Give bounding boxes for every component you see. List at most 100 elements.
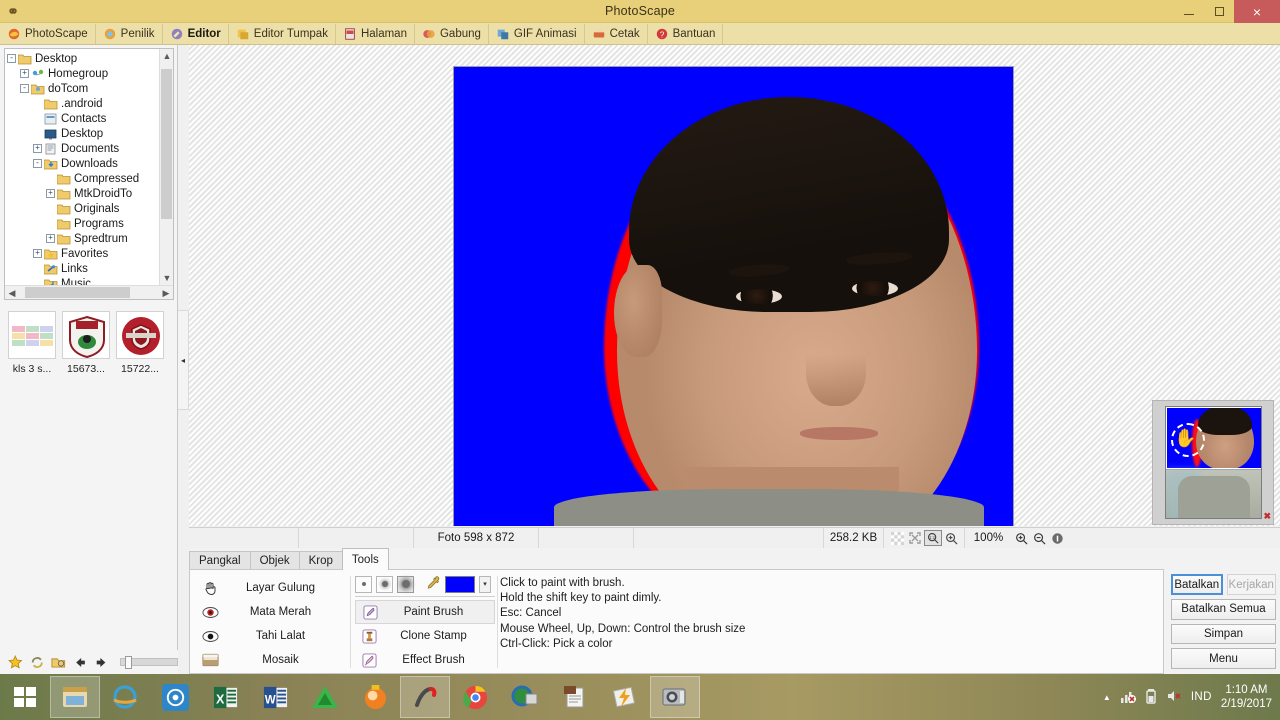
eyedropper-icon[interactable] — [426, 575, 441, 593]
tree-horizontal-scrollbar[interactable]: ◀ ▶ — [5, 285, 173, 299]
start-button[interactable] — [0, 674, 50, 720]
collapse-toggle-icon[interactable]: - — [20, 84, 29, 93]
maximize-button[interactable] — [1204, 0, 1234, 23]
collapse-toggle-icon[interactable]: - — [33, 159, 42, 168]
thumbnail-item[interactable]: 15673... — [62, 311, 110, 394]
expand-toggle-icon[interactable]: + — [33, 144, 42, 153]
tool-paint-brush[interactable]: Paint Brush — [355, 600, 495, 624]
excel-icon[interactable]: X — [200, 676, 250, 718]
tree-item-programs[interactable]: Programs — [7, 216, 157, 231]
brush-color-swatch[interactable] — [445, 575, 475, 593]
menu-button[interactable]: Menu — [1171, 648, 1276, 670]
open-folder-icon[interactable] — [51, 655, 66, 670]
clock[interactable]: 1:10 AM 2/19/2017 — [1221, 683, 1272, 711]
panel-splitter-handle[interactable]: ◂ — [178, 310, 189, 410]
close-button[interactable]: × — [1234, 0, 1280, 23]
language-indicator[interactable]: IND — [1191, 691, 1212, 703]
tab-cetak[interactable]: Cetak — [585, 23, 648, 44]
info-icon[interactable] — [1048, 530, 1066, 546]
forward-arrow-icon[interactable] — [94, 655, 109, 670]
tree-item-homegroup[interactable]: + Homegroup — [7, 66, 157, 81]
media-app-icon[interactable] — [150, 676, 200, 718]
tab-gif-animasi[interactable]: GIF Animasi — [489, 23, 585, 44]
tab-editor-tumpak[interactable]: Editor Tumpak — [229, 23, 336, 44]
tree-item--android[interactable]: .android — [7, 96, 157, 111]
tab-pangkal[interactable]: Pangkal — [189, 551, 251, 570]
zoom-in-icon[interactable] — [1012, 530, 1030, 546]
word-icon[interactable]: W — [250, 676, 300, 718]
orange-sphere-app-icon[interactable] — [350, 676, 400, 718]
internet-explorer-icon[interactable] — [100, 676, 150, 718]
scroll-thumb-h[interactable] — [25, 287, 130, 298]
tree-item-mtkdroidto[interactable]: + MtkDroidTo — [7, 186, 157, 201]
flash-app-icon[interactable] — [600, 676, 650, 718]
chrome-icon[interactable] — [450, 676, 500, 718]
chevron-down-icon[interactable]: ▾ — [479, 575, 491, 593]
thumbnail-item[interactable]: 15722... — [116, 311, 164, 394]
tab-halaman[interactable]: Halaman — [336, 23, 415, 44]
expand-toggle-icon[interactable]: + — [33, 249, 42, 258]
undo-all-button[interactable]: Batalkan Semua — [1171, 599, 1276, 620]
scroll-right-arrow[interactable]: ▶ — [159, 286, 173, 299]
fit-screen-icon[interactable] — [906, 530, 924, 546]
tree-item-desktop[interactable]: Desktop — [7, 126, 157, 141]
tab-gabung[interactable]: Gabung — [415, 23, 489, 44]
brush-size-small[interactable] — [355, 575, 372, 593]
tree-vertical-scrollbar[interactable]: ▲ ▼ — [159, 49, 173, 285]
tool-clone-stamp[interactable]: Clone Stamp — [355, 624, 495, 648]
tool-mosaik[interactable]: Mosaik — [196, 648, 348, 672]
expand-toggle-icon[interactable]: + — [46, 189, 55, 198]
tool-tahi-lalat[interactable]: Tahi Lalat — [196, 624, 348, 648]
notes-app-icon[interactable] — [550, 676, 600, 718]
tree-item-favorites[interactable]: + Favorites — [7, 246, 157, 261]
tab-penilik[interactable]: Penilik — [96, 23, 163, 44]
scroll-thumb[interactable] — [161, 69, 172, 219]
tree-item-documents[interactable]: + Documents — [7, 141, 157, 156]
tab-krop[interactable]: Krop — [298, 551, 343, 570]
zoom-region-icon[interactable] — [942, 530, 960, 546]
tree-item-compressed[interactable]: Compressed — [7, 171, 157, 186]
minimize-button[interactable] — [1174, 0, 1204, 23]
emblem-green-thumb[interactable] — [62, 311, 110, 359]
tab-objek[interactable]: Objek — [249, 551, 300, 570]
globe-app-icon[interactable] — [500, 676, 550, 718]
network-error-icon[interactable] — [1120, 688, 1136, 707]
back-arrow-icon[interactable] — [73, 655, 88, 670]
emblem-red-thumb[interactable] — [116, 311, 164, 359]
thumbnail-item[interactable]: kls 3 s... — [8, 311, 56, 394]
expand-toggle-icon[interactable]: + — [46, 234, 55, 243]
expand-toggle-icon[interactable]: + — [20, 69, 29, 78]
transparency-checker-icon[interactable] — [888, 530, 906, 546]
camera-app-icon[interactable] — [650, 676, 700, 718]
green-triangle-app-icon[interactable] — [300, 676, 350, 718]
tab-editor[interactable]: Editor — [163, 23, 229, 44]
zoom-out-icon[interactable] — [1030, 530, 1048, 546]
tab-tools[interactable]: Tools — [341, 548, 389, 570]
tool-layar-gulung[interactable]: Layar Gulung — [196, 576, 348, 600]
scroll-up-arrow[interactable]: ▲ — [160, 49, 173, 63]
tool-mata-merah[interactable]: Mata Merah — [196, 600, 348, 624]
brush-size-large[interactable] — [397, 575, 414, 593]
show-hidden-icons-button[interactable]: ▲ — [1103, 693, 1111, 702]
photoscape-icon[interactable] — [400, 676, 450, 718]
slider-knob[interactable] — [124, 656, 132, 669]
brush-size-medium[interactable] — [376, 575, 393, 593]
scroll-down-arrow[interactable]: ▼ — [160, 271, 173, 285]
undo-button[interactable]: Batalkan — [1171, 574, 1223, 595]
folder-tree[interactable]: - Desktop + Homegroup - doTcom .android Contact… — [4, 48, 174, 300]
edited-photo[interactable] — [453, 66, 1014, 526]
favorites-star-icon[interactable] — [8, 654, 23, 670]
tool-effect-brush[interactable]: Effect Brush — [355, 648, 495, 672]
tree-item-dotcom[interactable]: - doTcom — [7, 81, 157, 96]
volume-muted-icon[interactable] — [1166, 688, 1182, 707]
file-explorer-icon[interactable] — [50, 676, 100, 718]
tree-item-desktop[interactable]: - Desktop — [7, 51, 157, 66]
thumbnail-size-slider[interactable] — [119, 656, 178, 669]
scroll-left-arrow[interactable]: ◀ — [5, 286, 19, 299]
tree-item-links[interactable]: Links — [7, 261, 157, 276]
spreadsheet-thumb[interactable] — [8, 311, 56, 359]
navigator-preview[interactable]: ✋ ✖ — [1152, 400, 1274, 525]
tree-item-spredtrum[interactable]: + Spredtrum — [7, 231, 157, 246]
navigator-thumbnail[interactable]: ✋ — [1164, 406, 1262, 519]
refresh-icon[interactable] — [30, 655, 45, 670]
